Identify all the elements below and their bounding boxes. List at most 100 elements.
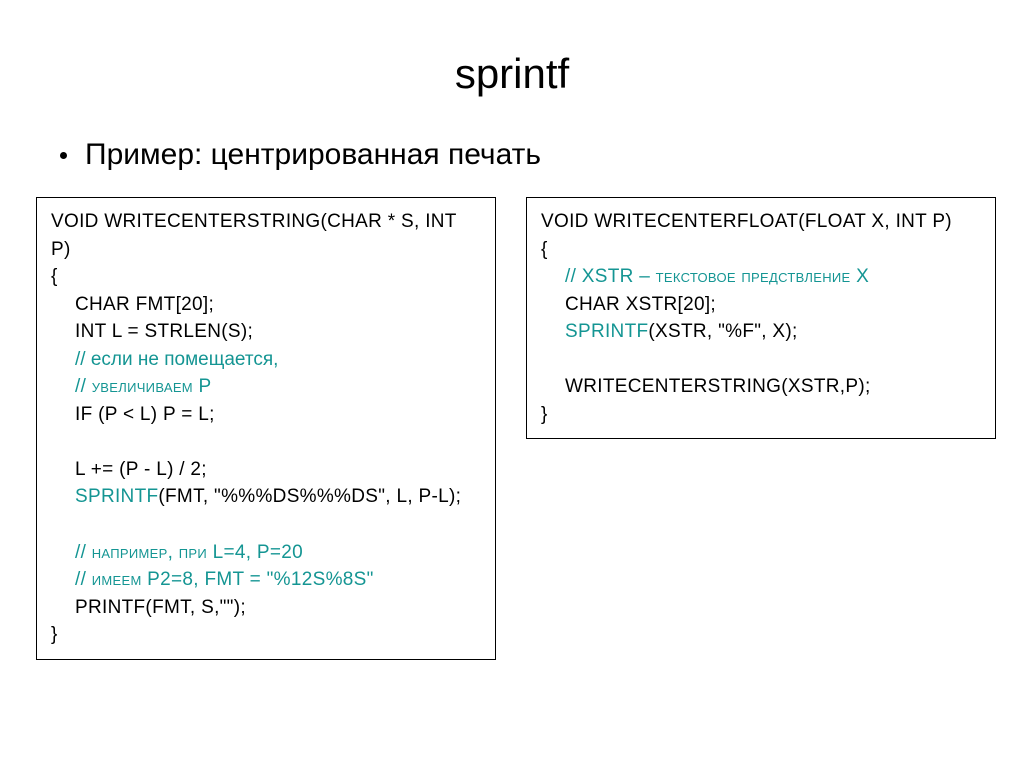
- t: ",: [754, 321, 772, 342]
- t: =: [122, 321, 145, 342]
- t: XSTR: [788, 376, 840, 397]
- t: S: [401, 211, 414, 232]
- t: ,: [407, 486, 418, 507]
- t: C: [657, 211, 671, 232]
- blank-line: [541, 346, 981, 374]
- t: W: [594, 211, 612, 232]
- t: =4,: [223, 542, 256, 563]
- t: RINTF: [88, 597, 145, 618]
- t: DS: [273, 486, 300, 507]
- t: -: [138, 459, 156, 480]
- t: P: [75, 597, 88, 618]
- code-line: CHAR FMT[20];: [51, 291, 481, 319]
- slide-title: sprintf: [30, 50, 994, 98]
- t: S: [201, 597, 214, 618]
- t: W: [565, 376, 583, 397]
- t: OID: [554, 211, 594, 232]
- t: ": [367, 569, 374, 590]
- code-line: // увеличиваем P: [51, 373, 481, 401]
- t: );: [449, 486, 461, 507]
- t: (: [221, 321, 228, 342]
- t: PRINTF: [578, 321, 648, 342]
- t: += (: [85, 459, 126, 480]
- t: L: [438, 486, 449, 507]
- t: , "%%%: [203, 486, 273, 507]
- t: ENTER: [671, 211, 737, 232]
- t: S: [313, 569, 326, 590]
- code-box-right: VOID WRITECENTERFLOAT(FLOAT X, INT P) { …: [526, 197, 996, 439]
- t: 2=8,: [160, 569, 204, 590]
- t: XSTR: [655, 321, 707, 342]
- t: S: [565, 321, 578, 342]
- t: ;: [209, 404, 215, 425]
- t: [20];: [176, 294, 214, 315]
- t: V: [541, 211, 554, 232]
- t: DS: [351, 486, 378, 507]
- code-line: }: [541, 401, 981, 429]
- code-line: // XSTR – текстовое предствление X: [541, 263, 981, 291]
- t: C: [565, 294, 579, 315]
- t: P: [163, 404, 176, 425]
- t: = "%12: [244, 569, 313, 590]
- t: ,: [414, 211, 425, 232]
- t: <: [117, 404, 140, 425]
- code-line: // если не помещается,: [51, 346, 481, 374]
- t: S: [228, 321, 241, 342]
- t: FMT: [165, 486, 203, 507]
- t: ) / 2;: [167, 459, 207, 480]
- t: LOAT: [749, 211, 798, 232]
- t: %8: [326, 569, 354, 590]
- bullet-text: Пример: центрированная печать: [85, 138, 541, 172]
- code-line: CHAR XSTR[20];: [541, 291, 981, 319]
- t: C: [167, 211, 181, 232]
- bullet-icon: [60, 152, 67, 159]
- t: C: [75, 294, 89, 315]
- t: =20: [270, 542, 303, 563]
- t: ): [945, 211, 952, 232]
- t: (: [98, 404, 105, 425]
- t: S: [75, 486, 88, 507]
- t: W: [104, 211, 122, 232]
- t: FMT: [152, 597, 190, 618]
- t: L: [140, 404, 151, 425]
- code-line: VOID WRITECENTERSTRING(CHAR * S, INT P): [51, 208, 481, 263]
- t: TRING: [721, 376, 782, 397]
- code-box-left: VOID WRITECENTERSTRING(CHAR * S, INT P) …: [36, 197, 496, 660]
- code-line: // например, при L=4, P=20: [51, 539, 481, 567]
- t: FMT: [204, 569, 244, 590]
- t: // например, при: [75, 542, 213, 563]
- t: HAR XSTR: [579, 294, 677, 315]
- t: %%%: [300, 486, 352, 507]
- t: S: [708, 376, 721, 397]
- t: X: [772, 321, 785, 342]
- t: ): [151, 404, 163, 425]
- t: //: [565, 266, 582, 287]
- t: NT L: [81, 321, 122, 342]
- t: P: [126, 459, 139, 480]
- t: INT P: [896, 211, 946, 232]
- blank-line: [51, 511, 481, 539]
- t: XSTR: [582, 266, 634, 287]
- t: RITE: [122, 211, 166, 232]
- t: FLOAT X: [805, 211, 885, 232]
- t: IF: [75, 404, 98, 425]
- t: OID: [64, 211, 104, 232]
- code-line: SPRINTF(XSTR, "%F", X);: [541, 318, 981, 346]
- t: X: [856, 266, 869, 287]
- bullet-row: Пример: центрированная печать: [60, 138, 994, 172]
- t: (: [781, 376, 788, 397]
- code-line: INT L = STRLEN(S);: [51, 318, 481, 346]
- t: =: [176, 404, 199, 425]
- t: [20];: [678, 294, 716, 315]
- code-line: {: [51, 263, 481, 291]
- t: // имеем: [75, 569, 147, 590]
- t: P: [105, 404, 118, 425]
- t: S: [247, 211, 260, 232]
- code-line: // имеем P2=8, FMT = "%12S%8S": [51, 566, 481, 594]
- t: );: [858, 376, 870, 397]
- t: S: [354, 569, 367, 590]
- t: *: [382, 211, 401, 232]
- t: ENTER: [642, 376, 708, 397]
- t: L: [213, 542, 224, 563]
- t: P: [419, 486, 432, 507]
